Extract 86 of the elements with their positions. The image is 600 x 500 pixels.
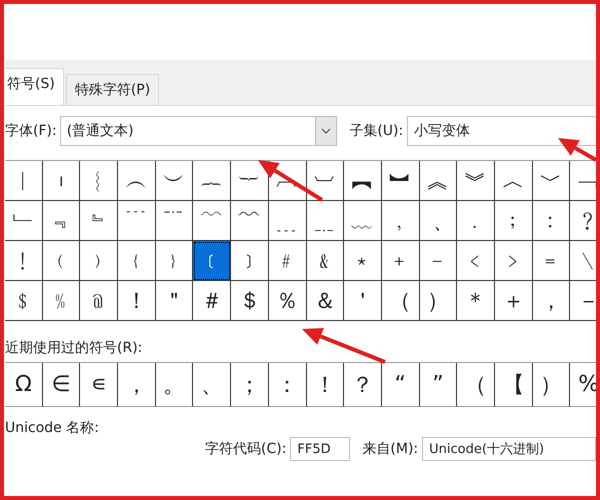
symbol-cell[interactable]: ︶ — [156, 161, 194, 201]
symbol-cell[interactable]: ﹔ — [494, 201, 533, 241]
symbol-cell[interactable]: ﹄ — [80, 201, 118, 241]
symbol-cell[interactable]: ＂ — [156, 281, 194, 321]
symbol-cell[interactable]: － — [570, 281, 600, 321]
symbol-cell[interactable]: ﹂ — [5, 201, 43, 241]
symbol-cell[interactable]: ， — [532, 281, 570, 321]
symbol-cell[interactable]: ﹉ — [118, 201, 156, 241]
symbol-cell[interactable]: Ω — [5, 363, 43, 407]
symbol-cell[interactable]: ﹗ — [5, 241, 43, 281]
symbol-cell[interactable]: 、 — [193, 363, 232, 407]
symbol-cell[interactable]: “ — [382, 363, 420, 407]
symbol-cell[interactable]: ﹪ — [42, 281, 80, 321]
symbol-cell[interactable]: ﹛ — [118, 241, 156, 281]
tab[interactable]: 符号(S) — [5, 68, 64, 105]
char-code-field[interactable]: FF5D — [290, 437, 350, 461]
symbol-cell[interactable]: ﹊ — [156, 201, 194, 241]
from-label: 来自(M): — [362, 440, 418, 458]
tab[interactable]: 特殊字符(P) — [66, 74, 160, 105]
symbol-cell[interactable]: ﹤ — [457, 241, 495, 281]
symbol-cell[interactable]: ﹞ — [231, 241, 269, 281]
symbol-cell[interactable]: ﹃ — [42, 201, 80, 241]
symbol-cell[interactable]: ﹩ — [5, 281, 43, 321]
symbol-cell[interactable]: ﹍ — [268, 201, 306, 241]
symbol-cell[interactable]: ﹥ — [494, 241, 533, 281]
annotation-arrow — [558, 138, 597, 162]
symbol-cell[interactable]: ﹒ — [457, 201, 495, 241]
symbol-cell[interactable]: ＄ — [231, 281, 269, 321]
symbol-cell[interactable]: ﹣ — [420, 241, 458, 281]
symbol-cell[interactable]: ； — [231, 363, 269, 407]
symbol-cell[interactable]: ﹨ — [570, 241, 600, 281]
symbol-cell[interactable]: ﹦ — [532, 241, 570, 281]
symbol-cell[interactable]: ︻ — [344, 161, 382, 201]
symbol-cell[interactable]: ︷ — [193, 161, 232, 201]
symbol-cell[interactable]: ﹎ — [306, 201, 344, 241]
symbol-cell[interactable]: ﹀ — [532, 161, 570, 201]
subset-label: 子集(U): — [349, 122, 404, 140]
symbol-cell[interactable]: ！ — [306, 363, 344, 407]
font-dropdown[interactable]: (普通文本) — [60, 116, 338, 146]
from-dropdown[interactable]: Unicode(十六进制) — [422, 437, 596, 461]
symbol-cell[interactable]: ︴ — [80, 161, 118, 201]
symbol-cell[interactable]: ＆ — [306, 281, 344, 321]
symbol-cell[interactable]: ﹐ — [382, 201, 420, 241]
symbol-cell[interactable]: ＃ — [193, 281, 232, 321]
chevron-down-icon — [321, 128, 332, 134]
symbol-cell[interactable]: ﹝ — [193, 241, 232, 281]
symbol-cell[interactable]: ＇ — [344, 281, 382, 321]
symbol-cell[interactable]: ﹙ — [42, 241, 80, 281]
symbol-cell[interactable]: ︵ — [118, 161, 156, 201]
symbol-cell[interactable]: ︲ — [42, 161, 80, 201]
symbol-cell[interactable]: ） — [420, 281, 458, 321]
symbol-cell[interactable]: ％ — [268, 281, 306, 321]
symbol-cell[interactable]: ！ — [118, 281, 156, 321]
symbol-cell[interactable]: ∊ — [80, 363, 118, 407]
symbol-cell[interactable]: ﹫ — [80, 281, 118, 321]
unicode-name-label: Unicode 名称: — [5, 419, 100, 437]
symbol-cell[interactable]: ﹠ — [306, 241, 344, 281]
symbol-cell[interactable]: ∈ — [42, 363, 80, 407]
symbol-cell[interactable]: ﹟ — [268, 241, 306, 281]
symbol-cell[interactable]: ” — [420, 363, 458, 407]
font-label: 字体(F): — [5, 122, 57, 140]
char-code-label: 字符代码(C): — [205, 440, 286, 458]
symbol-cell[interactable]: ︿ — [494, 161, 533, 201]
symbol-cell[interactable]: ︼ — [382, 161, 420, 201]
symbol-cell[interactable]: ﹡ — [344, 241, 382, 281]
symbol-cell[interactable]: ： — [268, 363, 306, 407]
symbol-cell[interactable]: ︱ — [5, 161, 43, 201]
symbol-cell[interactable]: ﹌ — [231, 201, 269, 241]
symbol-cell[interactable]: ﹖ — [570, 201, 600, 241]
symbol-cell[interactable]: ﹕ — [532, 201, 570, 241]
symbol-cell[interactable]: ， — [118, 363, 156, 407]
symbol-cell[interactable]: （ — [382, 281, 420, 321]
symbol-cell[interactable]: ﹑ — [420, 201, 458, 241]
symbol-cell[interactable]: ︽ — [420, 161, 458, 201]
symbol-cell[interactable]: ﹚ — [80, 241, 118, 281]
symbol-cell[interactable]: ＊ — [457, 281, 495, 321]
symbol-cell[interactable]: ﹏ — [344, 201, 382, 241]
symbol-cell[interactable]: ＋ — [494, 281, 533, 321]
symbol-cell[interactable]: ） — [532, 363, 570, 407]
recent-label: 近期使用过的符号(R): — [5, 339, 142, 358]
symbol-cell[interactable]: （ — [457, 363, 495, 407]
symbol-cell[interactable]: 。 — [156, 363, 194, 407]
symbol-cell[interactable]: ﹢ — [382, 241, 420, 281]
symbol-cell[interactable]: ？ — [344, 363, 382, 407]
symbol-cell[interactable]: ︾ — [457, 161, 495, 201]
symbol-cell[interactable]: 【 — [494, 363, 533, 407]
